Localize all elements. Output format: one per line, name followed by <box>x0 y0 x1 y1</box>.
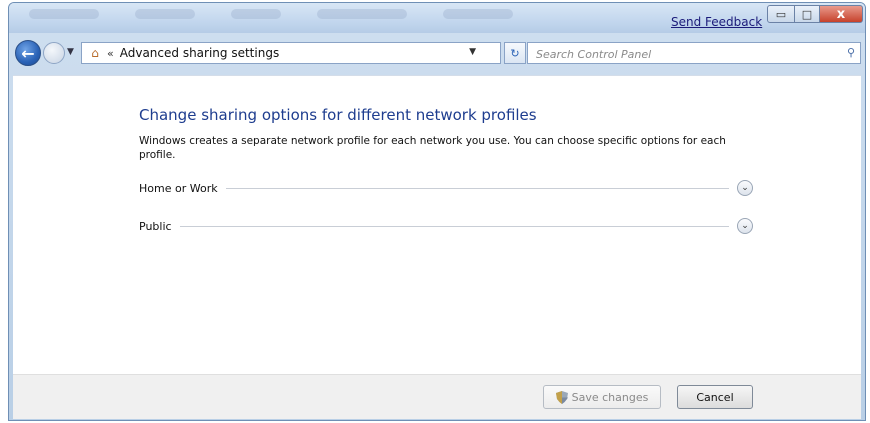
title-bar: Send Feedback ▭ □ x <box>9 3 865 33</box>
save-changes-button[interactable]: Save changes <box>543 385 661 409</box>
profile-public[interactable]: Public ⌄ <box>139 216 753 236</box>
cancel-button[interactable]: Cancel <box>677 385 753 409</box>
search-box[interactable]: ⚲ <box>527 42 861 65</box>
save-changes-label: Save changes <box>571 390 649 404</box>
back-button[interactable]: ← <box>15 40 41 66</box>
navigation-bar: ← ▼ ⌂ « Advanced sharing settings ▼ ↻ ⚲ <box>9 39 865 67</box>
main-content: Change sharing options for different net… <box>13 75 861 375</box>
control-panel-home-icon: ⌂ <box>91 46 99 60</box>
profile-home-or-work[interactable]: Home or Work ⌄ <box>139 178 753 198</box>
refresh-icon: ↻ <box>510 46 520 60</box>
back-arrow-icon: ← <box>21 43 35 63</box>
divider <box>225 187 729 189</box>
blurred-background-titles <box>29 9 589 23</box>
page-description: Windows creates a separate network profi… <box>139 135 726 161</box>
address-current-location[interactable]: Advanced sharing settings <box>120 46 279 60</box>
shield-icon <box>555 390 568 404</box>
address-dropdown-icon[interactable]: ▼ <box>469 47 476 57</box>
address-separator[interactable]: « <box>107 47 114 60</box>
forward-button[interactable] <box>43 42 65 64</box>
close-icon: x <box>836 6 846 22</box>
page-title: Change sharing options for different net… <box>139 106 537 124</box>
explorer-window: Send Feedback ▭ □ x ← ▼ ⌂ « Advanced sha… <box>8 2 866 421</box>
search-input[interactable] <box>528 43 838 65</box>
close-button[interactable]: x <box>819 5 863 23</box>
search-icon[interactable]: ⚲ <box>847 46 855 59</box>
maximize-button[interactable]: □ <box>794 5 820 23</box>
recent-pages-dropdown[interactable]: ▼ <box>67 47 74 57</box>
maximize-icon: □ <box>801 7 813 21</box>
refresh-button[interactable]: ↻ <box>504 42 526 64</box>
address-bar[interactable]: ⌂ « Advanced sharing settings ▼ <box>81 42 501 64</box>
send-feedback-link[interactable]: Send Feedback <box>671 15 762 29</box>
footer-bar: Save changes Cancel <box>13 374 861 419</box>
minimize-button[interactable]: ▭ <box>767 5 795 23</box>
chevron-down-icon[interactable]: ⌄ <box>737 180 753 196</box>
profile-label: Public <box>139 219 172 233</box>
divider <box>179 225 729 227</box>
chevron-down-icon[interactable]: ⌄ <box>737 218 753 234</box>
minimize-icon: ▭ <box>775 7 787 21</box>
profile-label: Home or Work <box>139 181 218 195</box>
